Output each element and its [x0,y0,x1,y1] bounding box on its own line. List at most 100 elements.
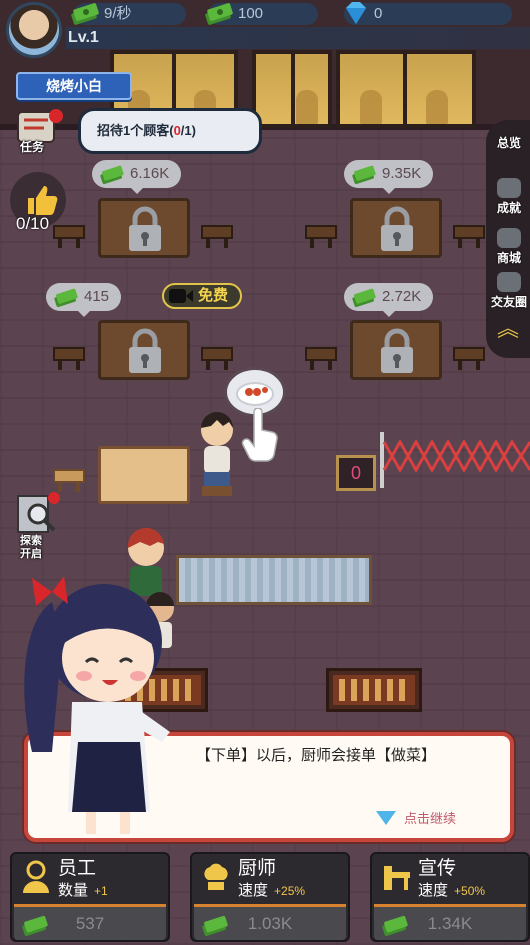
dining-table[interactable] [98,446,190,504]
free-unlock-button[interactable]: 免费 [162,283,242,309]
upgrade-increment: +1 [94,884,108,898]
window [336,50,476,128]
locked-table[interactable] [350,198,442,258]
upgrade-increment: +25% [274,884,306,898]
upgrade-card-chef[interactable]: 厨师 速度 +25% 1.03K [190,852,350,942]
task-text: 招待1个顾客( [97,123,174,138]
chef-hat-icon [204,863,228,890]
continue-arrow-icon [376,811,396,825]
stool [452,224,486,250]
queue-rope-barrier [380,432,530,488]
trophy-icon [497,178,521,198]
diamond-icon [346,2,366,24]
achievement-button[interactable]: 成就 [490,178,528,216]
friends-button[interactable]: 交友圈 [490,272,528,310]
upgrade-cost: 1.03K [247,914,293,933]
shop-button[interactable]: 商城 [490,228,528,266]
padlock-icon [129,206,161,251]
unlock-price-tag[interactable]: 415 [46,283,122,317]
upgrade-stat: 速度 +50% [418,879,485,900]
padlock-icon [381,328,413,373]
resource-bar: 9/秒 100 0 [0,0,530,28]
padlock-icon [129,328,161,373]
cash-value: 100 [238,5,264,22]
level-bar: Lv.1 [66,27,530,49]
video-camera-icon [169,289,193,303]
upgrade-name: 厨师 [238,858,277,879]
task-total: /1) [180,123,196,138]
income-rate-value: 9/秒 [104,5,132,22]
unlock-price-tag[interactable]: 9.35K [344,160,434,194]
overview-button[interactable]: 总览 [490,134,528,151]
diamond-pill: 0 [344,2,512,25]
stool [304,224,338,250]
task-bubble[interactable]: 招待1个顾客(0/1) [78,108,262,154]
upgrade-stat: 速度 +25% [238,879,305,900]
upgrade-name: 员工 [58,858,97,879]
level-label: Lv.1 [68,29,99,46]
cash-icon [100,165,124,185]
explore-label-line2: 开启 [20,548,42,560]
upgrade-stat-label: 速度 [418,882,449,899]
queue-counter-sign: 0 [336,455,376,491]
upgrade-cost: 537 [75,914,105,933]
skewer-rack-icon [333,675,415,705]
cash-pill: 100 [205,3,318,25]
unlock-price: 9.35K [382,165,422,182]
unlock-price-tag[interactable]: 2.72K [344,283,434,317]
upgrade-card-staff[interactable]: 员工 数量 +1 537 [10,852,170,942]
dialog-text: 【下单】以后，厨师会接单【做菜】 [196,747,437,764]
task-label: 任务 [20,140,45,154]
locked-table[interactable] [350,320,442,380]
cash-icon [352,165,376,185]
grill-station[interactable] [326,668,422,712]
player-avatar[interactable] [6,2,62,58]
overview-label: 总览 [496,136,521,150]
upgrade-stat: 数量 +1 [58,879,108,900]
locked-table[interactable] [98,198,190,258]
customer-character[interactable] [192,408,242,500]
unlock-price: 2.72K [382,288,422,305]
upgrade-buy-button[interactable]: 1.03K [194,904,346,940]
collapse-chevron-icon[interactable]: ︽ [497,318,519,340]
upgrade-cost: 1.34K [427,914,473,933]
continue-prompt[interactable]: 点击继续 [376,808,456,827]
stool [200,224,234,250]
upgrade-buy-button[interactable]: 1.34K [374,904,526,940]
shop-label: 商城 [496,251,521,265]
tap-hand-pointer-icon [241,408,278,462]
unlock-price-tag[interactable]: 6.16K [92,160,182,194]
cash-icon [205,3,233,25]
stool [52,468,86,494]
stool [52,346,86,372]
like-count: 0/10 [16,214,50,233]
serving-counter [176,555,372,605]
achievement-label: 成就 [496,201,521,215]
task-progress: 0 [173,123,181,138]
friends-label: 交友圈 [490,295,527,309]
upgrade-stat-label: 数量 [58,882,89,899]
stool [200,346,234,372]
cash-icon [352,288,376,308]
locked-table[interactable] [98,320,190,380]
income-rate-pill: 9/秒 [71,3,186,25]
unlock-price: 415 [84,288,110,305]
padlock-icon [381,206,413,251]
explore-label-line1: 探索 [20,535,42,547]
unlock-price: 6.16K [130,165,170,182]
diamond-value: 0 [374,5,383,22]
friends-icon [497,272,521,292]
stool [52,224,86,250]
upgrade-buy-button[interactable]: 537 [14,904,166,940]
queue-count: 0 [350,463,361,483]
free-label: 免费 [198,287,229,304]
explore-magnifier-icon[interactable] [16,492,62,536]
cash-icon [54,288,78,308]
staff-person-icon [23,860,49,893]
stool [304,346,338,372]
upgrade-increment: +50% [454,884,486,898]
promotion-table-icon [384,866,410,890]
stool [452,346,486,372]
player-title-banner: 烧烤小白 [16,72,132,100]
upgrade-card-promotion[interactable]: 宣传 速度 +50% 1.34K [370,852,530,942]
